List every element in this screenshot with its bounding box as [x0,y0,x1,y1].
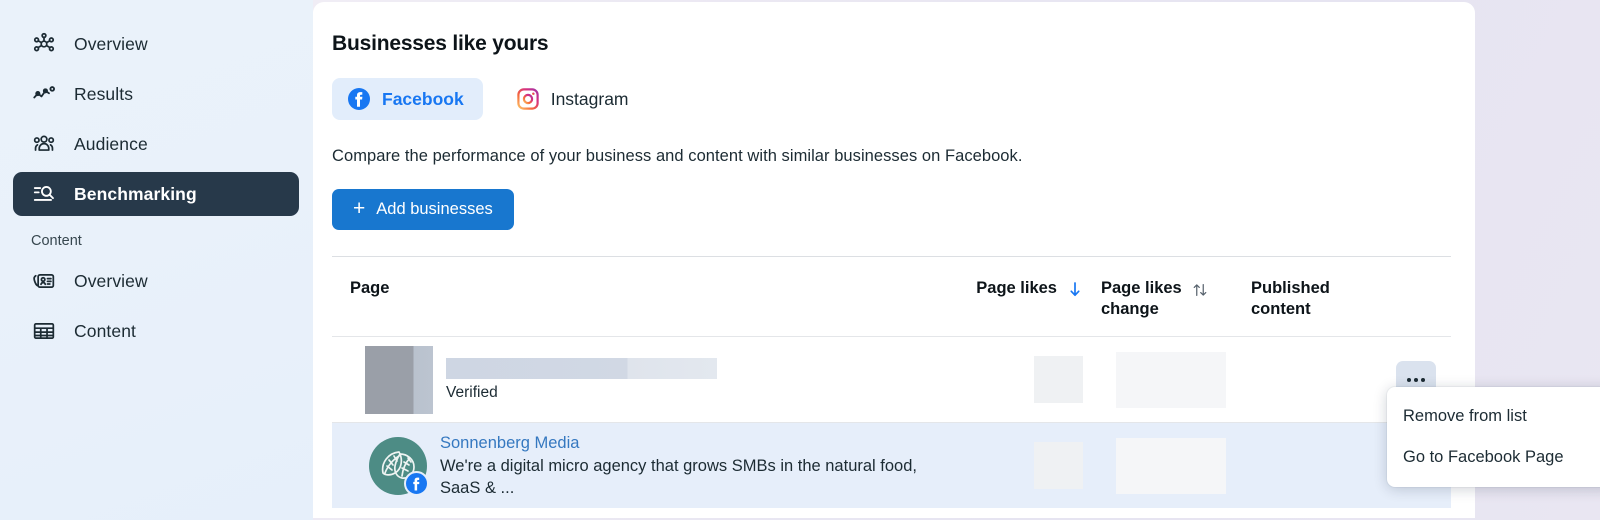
sidebar-item-content[interactable]: Content [13,309,299,353]
sidebar-section-label: Content [31,233,82,249]
avatar [365,345,433,414]
sidebar-item-label: Audience [74,133,148,154]
benchmarking-table: Page Page likes Page likes change Publis… [332,256,1451,509]
add-businesses-button[interactable]: + Add businesses [332,189,514,230]
menu-item-remove-from-list[interactable]: Remove from list [1387,396,1600,437]
column-header-page-likes-change-label: Page likes change [1101,279,1182,318]
page-name-redacted [446,357,717,379]
plus-icon: + [353,197,366,220]
media-card-icon [31,268,57,294]
verified-label: Verified [446,383,498,401]
column-header-page-likes[interactable]: Page likes [934,278,1084,299]
avatar [369,436,429,496]
list-search-icon [31,181,57,207]
page-title: Businesses like yours [332,32,549,55]
table-row[interactable]: Verified [332,336,1451,422]
sidebar-item-overview[interactable]: Overview [13,22,299,66]
sort-descending-icon [1066,279,1084,299]
instagram-icon [516,87,540,111]
sidebar-item-benchmarking[interactable]: Benchmarking [13,172,299,216]
network-nodes-icon [31,31,57,57]
page-likes-change-value-redacted [1116,437,1226,494]
sidebar-item-label: Overview [74,270,148,291]
tab-label: Facebook [382,88,464,109]
app-root: Overview Results Audience Benchmarking C… [0,0,1600,520]
table-grid-icon [31,318,57,344]
page-likes-change-cell [1084,437,1231,494]
sidebar-item-audience[interactable]: Audience [13,122,299,166]
page-likes-cell [934,356,1084,404]
people-group-icon [31,131,57,157]
table-header-row: Page Page likes Page likes change Publis… [332,256,1451,336]
add-businesses-label: Add businesses [376,200,493,218]
dot-icon [1407,377,1411,382]
sidebar: Overview Results Audience Benchmarking C… [0,0,313,520]
page-likes-change-value-redacted [1116,351,1226,408]
table-row[interactable]: Sonnenberg Media We're a digital micro a… [332,422,1451,509]
column-header-published-content[interactable]: Published content [1251,279,1330,318]
page-description: We're a digital micro agency that grows … [440,457,917,498]
sidebar-item-results[interactable]: Results [13,72,299,116]
sidebar-item-label: Content [74,320,136,341]
dot-icon [1421,377,1425,382]
row-options-menu: Remove from list Go to Facebook Page [1387,387,1600,487]
platform-tabs: Facebook Instagram [332,78,1433,120]
menu-item-go-to-facebook-page[interactable]: Go to Facebook Page [1387,437,1600,478]
tab-facebook[interactable]: Facebook [332,78,483,120]
page-likes-value-redacted [1034,442,1083,490]
tab-label: Instagram [550,88,629,109]
facebook-icon [347,87,371,111]
page-likes-cell [934,442,1084,490]
line-chart-icon [31,81,57,107]
page-likes-change-cell [1084,351,1231,408]
column-header-page-likes-label: Page likes [976,279,1057,297]
sidebar-item-label: Results [74,83,134,104]
page-cell: Sonnenberg Media We're a digital micro a… [350,432,934,500]
facebook-badge-icon [404,470,429,496]
tab-instagram[interactable]: Instagram [501,78,648,120]
sidebar-item-label: Benchmarking [74,183,197,204]
sidebar-item-label: Overview [74,33,148,54]
page-cell: Verified [350,345,934,414]
section-description: Compare the performance of your business… [332,147,1023,165]
page-name-link[interactable]: Sonnenberg Media [440,432,934,454]
dot-icon [1414,377,1418,382]
column-header-page-likes-change[interactable]: Page likes change [1084,278,1231,319]
main-card: Businesses like yours Facebook Instagram… [313,2,1475,518]
sort-unsorted-icon [1191,281,1209,301]
page-likes-value-redacted [1034,356,1083,404]
sidebar-item-content-overview[interactable]: Overview [13,259,299,303]
column-header-page[interactable]: Page [350,279,389,297]
